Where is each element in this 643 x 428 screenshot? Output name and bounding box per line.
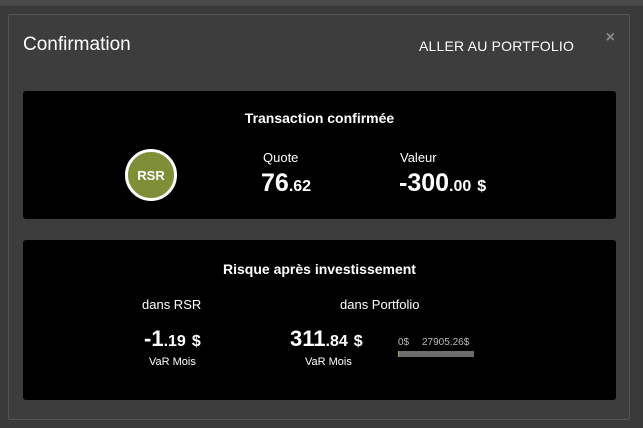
risk-panel: Risque après investissement dans RSR -1.…: [23, 240, 616, 400]
quote-label: Quote: [263, 150, 299, 165]
value-int: -300: [399, 169, 450, 197]
portfolio-currency: $: [353, 333, 363, 350]
modal-title: Confirmation: [23, 34, 131, 55]
value-currency: $: [477, 178, 487, 195]
value-dec: .00: [449, 178, 472, 195]
transaction-panel: Transaction confirmée RSR Quote 76.62 Va…: [23, 91, 616, 219]
bar-track: [398, 351, 474, 357]
rsr-var-value: -1.19 $: [144, 326, 201, 352]
quote-int: 76: [261, 169, 289, 197]
quote-value: 76.62: [261, 169, 311, 198]
bar-min-label: 0$: [398, 337, 410, 348]
bar-max-label: 27905.26$: [422, 337, 470, 348]
quote-dec: .62: [288, 178, 312, 195]
close-icon[interactable]: ×: [606, 30, 615, 46]
value-label: Valeur: [400, 150, 437, 165]
portfolio-var-caption: VaR Mois: [305, 356, 352, 368]
rsr-dec: .19: [163, 333, 186, 350]
transaction-title: Transaction confirmée: [244, 110, 395, 126]
portfolio-var-value: 311.84 $: [290, 326, 363, 352]
bar-fill: [398, 351, 399, 357]
transaction-value: -300.00 $: [399, 169, 486, 198]
rsr-currency: $: [191, 333, 201, 350]
portfolio-int: 311: [290, 326, 326, 351]
portfolio-dec: .84: [325, 333, 348, 350]
confirmation-modal: Confirmation ALLER AU PORTFOLIO × Transa…: [8, 14, 630, 420]
rsr-var-caption: VaR Mois: [149, 356, 196, 368]
ticker-badge: RSR: [125, 149, 177, 201]
risk-title: Risque après investissement: [223, 261, 416, 277]
backdrop-strip: [0, 0, 643, 6]
goto-portfolio-link[interactable]: ALLER AU PORTFOLIO: [419, 38, 574, 54]
rsr-int: -1: [144, 326, 164, 351]
rsr-label: dans RSR: [142, 297, 202, 312]
portfolio-label: dans Portfolio: [340, 297, 420, 312]
